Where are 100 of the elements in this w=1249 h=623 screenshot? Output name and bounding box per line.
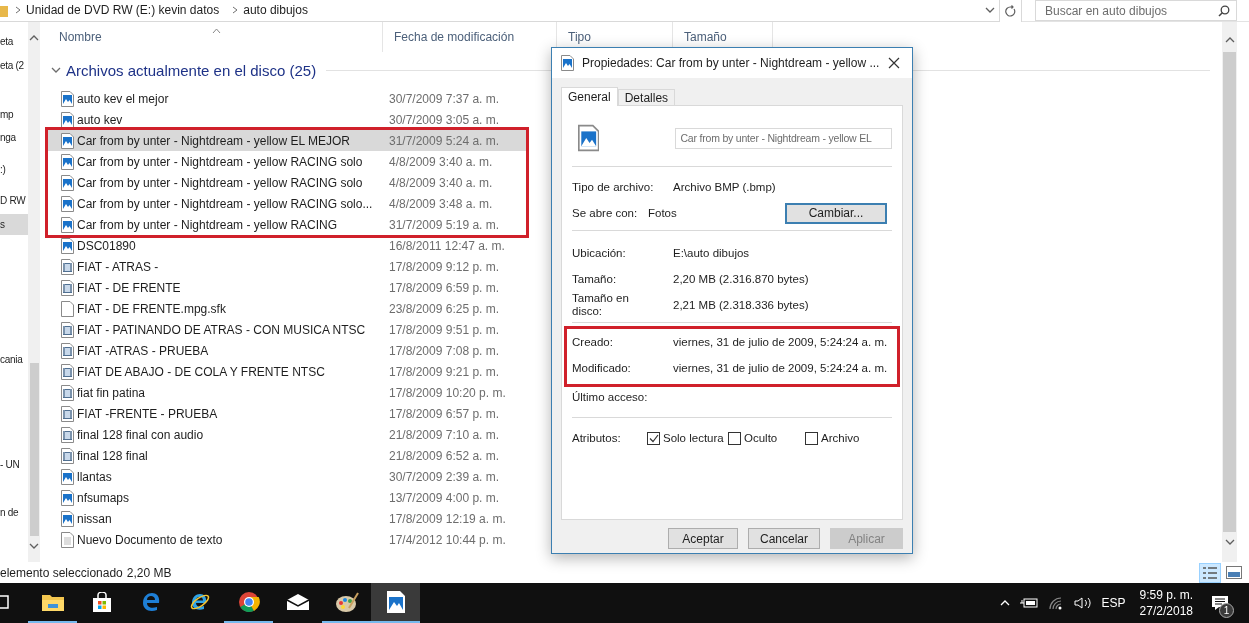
scroll-down-icon [29,542,39,551]
scroll-up-icon [29,34,39,43]
folder-icon [41,593,64,611]
file-name: final 128 final con audio [77,427,204,442]
name-field[interactable]: Car from by unter - Nightdream - yellow EL [675,127,892,149]
scroll-thumb[interactable] [1223,52,1236,532]
nav-item[interactable]: eta [0,31,28,52]
file-row[interactable]: FIAT -FRENTE - PRUEBA 17/8/2009 6:57 p. m. [48,403,526,424]
nav-item[interactable]: D RW [0,190,28,211]
property-value: viernes, 31 de julio de 2009, 5:24:24 a. m. [673,336,888,348]
dialog-button[interactable]: Cancelar [748,528,820,549]
task-view-icon [0,594,10,610]
file-row[interactable]: Car from by unter - Nightdream - yellow EL MEJOR 31/7/2009 5:24 a. m. [48,130,526,151]
image-file-icon [61,510,74,527]
column-header[interactable]: Tamaño [684,30,727,44]
file-date: 4/8/2009 3:40 a. m. [389,175,493,190]
nav-item[interactable]: eta (2 [0,55,28,76]
file-row[interactable]: auto kev 30/7/2009 3:05 a. m. [48,109,526,130]
image-file-icon [61,237,74,254]
nav-item[interactable]: cania [0,349,28,370]
chevron-icon [14,6,22,14]
change-button[interactable]: Cambiar... [785,202,887,224]
file-date: 4/8/2009 3:40 a. m. [389,154,493,169]
file-row[interactable]: llantas 30/7/2009 2:39 a. m. [48,466,526,487]
dialog-tab[interactable]: General [561,87,618,106]
breadcrumb[interactable]: auto dibujos [243,3,308,17]
search-field[interactable]: Buscar en auto dibujos [1035,0,1237,21]
file-date: 17/4/2012 10:44 p. m. [389,532,506,547]
column-header[interactable]: Fecha de modificación [394,30,515,44]
file-row[interactable]: FIAT - PATINANDO DE ATRAS - CON MUSICA NTSC 17/8/2009 9:51 p. m. [48,319,526,340]
file-date: 4/8/2009 3:48 a. m. [389,196,493,211]
view-button[interactable] [1199,562,1221,583]
checkbox[interactable] [728,431,741,445]
envelope-icon [285,593,310,611]
chevron-icon [50,65,61,75]
file-name: Car from by unter - Nightdream - yellow RACING solo [77,175,363,190]
file-row[interactable]: Car from by unter - Nightdream - yellow RACING solo 4/8/2009 3:40 a. m. [48,151,526,172]
file-row[interactable]: FIAT - ATRAS - 17/8/2009 9:12 p. m. [48,256,526,277]
file-row[interactable]: Car from by unter - Nightdream - yellow RACING solo 4/8/2009 3:40 a. m. [48,172,526,193]
file-row[interactable]: FIAT - DE FRENTE.mpg.sfk 23/8/2009 6:25 p. m. [48,298,526,319]
refresh-button[interactable] [1000,0,1022,22]
file-row[interactable]: FIAT - DE FRENTE 17/8/2009 6:59 p. m. [48,277,526,298]
address-bar[interactable]: Unidad de DVD RW (E:) kevin datos auto dibujos [0,0,1000,22]
breadcrumb[interactable]: Unidad de DVD RW (E:) kevin datos [26,3,220,17]
language-indicator[interactable]: ESP [1101,596,1126,610]
file-name: FIAT - DE FRENTE.mpg.sfk [77,301,226,316]
file-row[interactable]: nissan 17/8/2009 12:19 a. m. [48,508,526,529]
checkbox[interactable] [805,431,818,445]
nav-item[interactable]: s [0,214,28,235]
property-label: Modificado: [572,361,632,375]
e-letter-icon [140,592,161,612]
nav-item[interactable]: mp [0,104,28,125]
file-row[interactable]: final 128 final 21/8/2009 6:52 a. m. [48,445,526,466]
caret-icon [999,598,1010,608]
dialog-button[interactable]: Aceptar [668,528,738,549]
scroll-thumb[interactable] [29,363,39,536]
file-row[interactable]: auto kev el mejor 30/7/2009 7:37 a. m. [48,88,526,109]
tray-button[interactable] [1019,598,1038,608]
nav-item[interactable]: nga [0,127,28,148]
file-row[interactable]: Car from by unter - Nightdream - yellow RACING 31/7/2009 5:19 a. m. [48,214,526,235]
checkbox[interactable] [647,431,660,445]
file-date: 17/8/2009 12:19 a. m. [389,511,506,526]
dialog-tab[interactable]: Detalles [617,89,676,105]
clock-time[interactable]: 9:59 p. m. [1139,587,1193,603]
file-name: FIAT - DE FRENTE [77,280,181,295]
video-file-icon [61,279,74,296]
clock-date[interactable]: 27/2/2018 [1139,603,1193,619]
column-header[interactable]: Tipo [568,30,591,44]
file-date: 17/8/2009 7:08 p. m. [389,343,500,358]
file-row[interactable]: Car from by unter - Nightdream - yellow RACING solo... 4/8/2009 3:48 a. m. [48,193,526,214]
property-value: 2,21 MB (2.318.336 bytes) [673,299,809,311]
file-row[interactable]: FIAT -ATRAS - PRUEBA 17/8/2009 7:08 p. m. [48,340,526,361]
file-row[interactable]: nfsumaps 13/7/2009 4:00 p. m. [48,487,526,508]
nav-item[interactable]: :) [0,159,28,180]
file-row[interactable]: FIAT DE ABAJO - DE COLA Y FRENTE NTSC 17/8/2009 9:21 p. m. [48,361,526,382]
file-row[interactable]: fiat fin patina 17/8/2009 10:20 p. m. [48,382,526,403]
video-file-icon [61,405,74,422]
nav-item[interactable]: n de [0,502,28,523]
taskbar-button[interactable] [371,583,420,623]
column-header[interactable]: Nombre [59,30,102,44]
tray-button[interactable] [999,598,1010,608]
tray-button[interactable] [1073,596,1092,610]
file-name: Car from by unter - Nightdream - yellow RACING [77,217,338,232]
sort-caret-icon [212,28,221,34]
image-file-icon [61,132,74,149]
notification-button[interactable]: 1 [1203,583,1237,623]
palette-icon [334,591,359,613]
scrollbar[interactable] [28,22,40,562]
checkbox-label: Oculto [744,432,778,444]
file-name: FIAT - ATRAS - [77,259,159,274]
image-file-icon [61,468,74,485]
status-text: elemento seleccionado [0,565,123,580]
scrollbar[interactable] [1222,22,1237,562]
file-date: 30/7/2009 7:37 a. m. [389,91,500,106]
text-file-icon [61,531,74,548]
file-row[interactable]: final 128 final con audio 21/8/2009 7:10 a. m. [48,424,526,445]
property-label: Ubicación: [572,246,627,260]
nav-item[interactable]: - UN [0,454,28,475]
file-row[interactable]: Nuevo Documento de texto 17/4/2012 10:44 p. m. [48,529,526,550]
file-row[interactable]: DSC01890 16/8/2011 12:47 a. m. [48,235,526,256]
